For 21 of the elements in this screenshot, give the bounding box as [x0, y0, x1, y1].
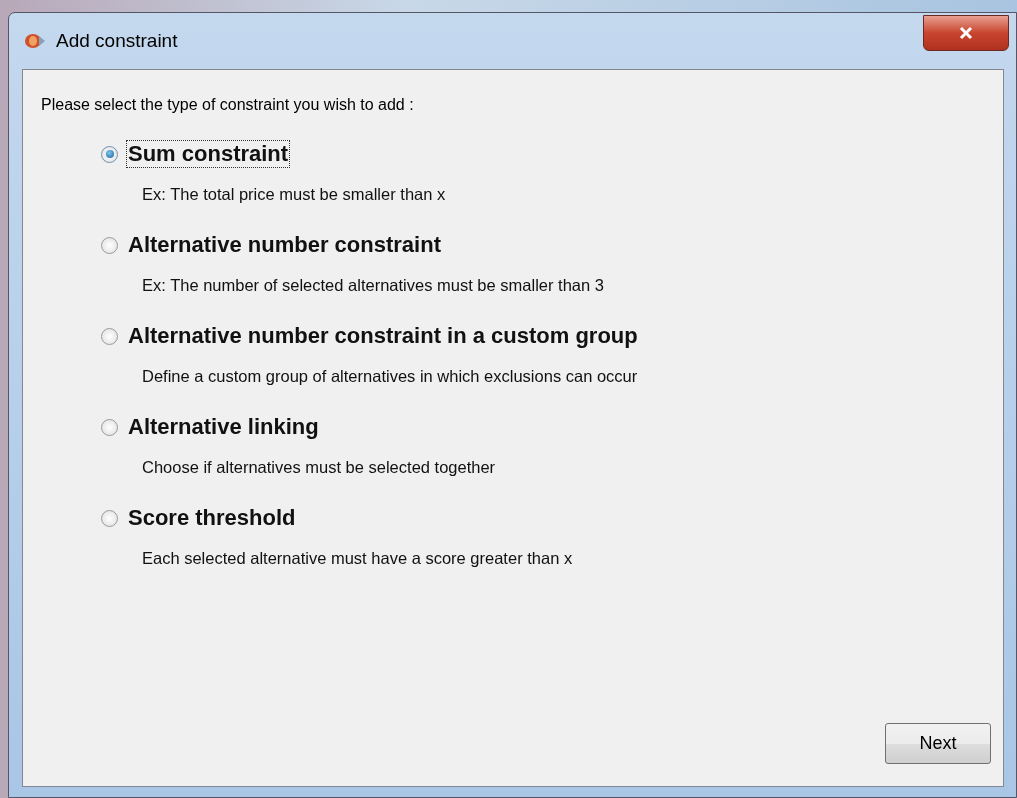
close-button[interactable] — [923, 15, 1009, 51]
prompt-text: Please select the type of constraint you wish to add : — [41, 96, 415, 114]
option-label[interactable]: Alternative number constraint — [126, 231, 443, 259]
radio-button[interactable] — [101, 327, 118, 345]
radio-button[interactable] — [101, 418, 118, 436]
option-description: Define a custom group of alternatives in which exclusions can occur — [141, 367, 639, 386]
option-description: Each selected alternative must have a score greater than x — [141, 549, 574, 568]
option-description: Choose if alternatives must be selected together — [141, 458, 497, 477]
option-description: Ex: The total price must be smaller than x — [141, 185, 447, 204]
radio-button[interactable] — [101, 145, 118, 163]
close-icon — [958, 26, 974, 40]
radio-button[interactable] — [101, 236, 118, 254]
next-button[interactable]: Next — [885, 723, 991, 764]
option-label[interactable]: Score threshold — [126, 504, 298, 532]
app-icon — [24, 32, 46, 50]
radio-button[interactable] — [101, 509, 118, 527]
option-label[interactable]: Sum constraint — [126, 140, 291, 168]
window-title: Add constraint — [56, 30, 178, 52]
option-label[interactable]: Alternative linking — [126, 413, 321, 441]
option-description: Ex: The number of selected alternatives must be smaller than 3 — [141, 276, 605, 295]
option-label[interactable]: Alternative number constraint in a custom group — [126, 322, 640, 350]
